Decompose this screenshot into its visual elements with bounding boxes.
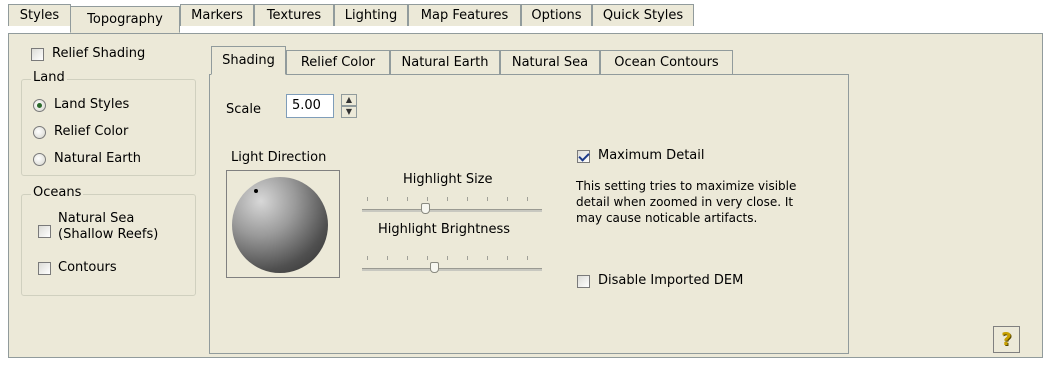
contours-checkbox[interactable] (38, 262, 51, 275)
tab-label: Topography (87, 12, 163, 27)
maximum-detail-description-2: detail when zoomed in very close. It (576, 195, 794, 209)
natural-earth-label: Natural Earth (54, 151, 141, 166)
light-source-marker[interactable] (254, 189, 258, 193)
disable-imported-dem-label: Disable Imported DEM (598, 273, 744, 288)
highlight-size-slider[interactable] (362, 195, 542, 215)
maximum-detail-description-1: This setting tries to maximize visible (576, 179, 797, 193)
land-styles-radio[interactable] (33, 99, 46, 112)
tab-ocean-contours[interactable]: Ocean Contours (600, 50, 733, 74)
tab-relief-color[interactable]: Relief Color (286, 50, 390, 74)
tab-label: Natural Sea (511, 55, 589, 70)
contours-label: Contours (58, 260, 117, 275)
relief-color-radio[interactable] (33, 126, 46, 139)
light-sphere (232, 177, 328, 273)
natural-sea-checkbox[interactable] (38, 225, 51, 238)
relief-shading-checkbox[interactable] (31, 48, 44, 61)
maximum-detail-description-3: may cause noticable artifacts. (576, 211, 758, 225)
question-mark-icon[interactable]: ? (993, 326, 1020, 353)
land-group-title: Land (31, 70, 67, 85)
oceans-group-title: Oceans (31, 185, 84, 200)
tab-label: Options (531, 8, 582, 23)
tab-styles[interactable]: Styles (8, 4, 71, 26)
highlight-size-label: Highlight Size (403, 172, 493, 187)
tab-label: Relief Color (300, 55, 376, 70)
highlight-size-thumb[interactable] (421, 203, 430, 214)
tab-label: Shading (222, 53, 275, 68)
scale-input[interactable]: 5.00 (286, 94, 334, 118)
scale-spin-down-button[interactable]: ▼ (341, 106, 357, 118)
tab-shading[interactable]: Shading (211, 46, 286, 75)
highlight-brightness-slider[interactable] (362, 254, 542, 274)
tab-label: Ocean Contours (614, 55, 719, 70)
scale-label: Scale (226, 102, 261, 117)
tab-options[interactable]: Options (521, 4, 592, 26)
relief-shading-label: Relief Shading (52, 46, 146, 61)
tab-label: Lighting (344, 8, 398, 23)
tab-lighting[interactable]: Lighting (334, 4, 408, 26)
tab-quick-styles[interactable]: Quick Styles (592, 4, 694, 26)
tab-label: Map Features (420, 8, 509, 23)
tab-natural-sea[interactable]: Natural Sea (500, 50, 600, 74)
tab-textures[interactable]: Textures (254, 4, 334, 26)
help-glyph: ? (1001, 329, 1012, 350)
tab-label: Natural Earth (401, 55, 489, 70)
disable-imported-dem-checkbox[interactable] (577, 275, 590, 288)
maximum-detail-label: Maximum Detail (598, 148, 705, 163)
highlight-brightness-thumb[interactable] (430, 262, 439, 273)
scale-value: 5.00 (292, 98, 321, 113)
light-direction-control[interactable] (226, 170, 340, 278)
natural-earth-radio[interactable] (33, 153, 46, 166)
tab-label: Textures (266, 8, 322, 23)
tab-label: Quick Styles (602, 8, 684, 23)
tab-topography[interactable]: Topography (70, 6, 180, 33)
light-direction-label: Light Direction (231, 150, 327, 165)
maximum-detail-checkbox[interactable] (577, 150, 590, 163)
land-styles-label: Land Styles (54, 97, 130, 112)
tab-markers[interactable]: Markers (180, 4, 254, 26)
tab-label: Styles (19, 8, 60, 23)
natural-sea-label-line1: Natural Sea (58, 211, 135, 226)
tab-natural-earth[interactable]: Natural Earth (390, 50, 500, 74)
highlight-brightness-label: Highlight Brightness (378, 222, 511, 237)
oceans-group (21, 194, 196, 296)
relief-color-label: Relief Color (54, 124, 129, 139)
tab-map-features[interactable]: Map Features (408, 4, 521, 26)
tab-label: Markers (191, 8, 243, 23)
natural-sea-label-line2: (Shallow Reefs) (58, 227, 159, 242)
scale-spin-up-button[interactable]: ▲ (341, 94, 357, 106)
